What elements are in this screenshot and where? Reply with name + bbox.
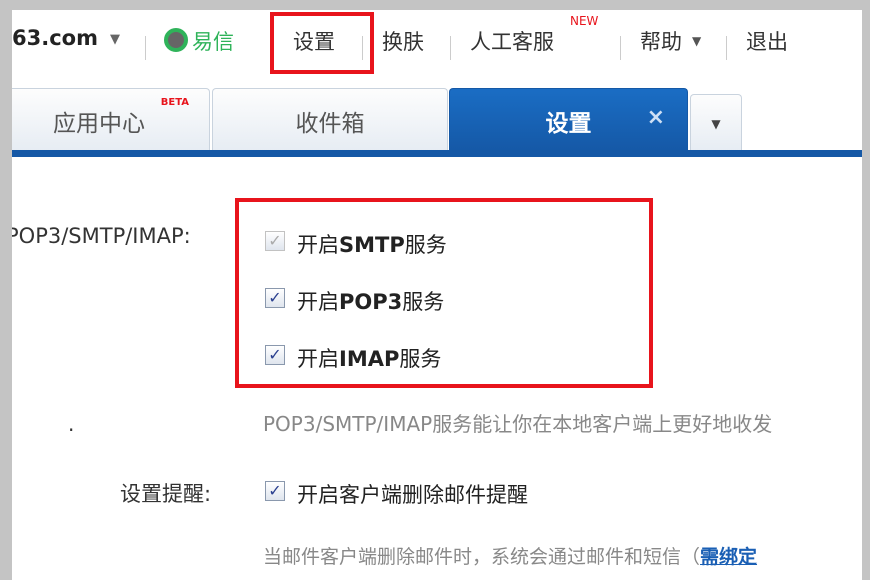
- tab-label: 应用中心: [53, 110, 145, 137]
- chevron-down-icon[interactable]: ▼: [692, 34, 701, 48]
- pop3-option-label: 开启POP3服务: [297, 290, 445, 314]
- yixin-link[interactable]: 易信: [192, 26, 234, 56]
- divider: [726, 36, 727, 60]
- tab-app-center[interactable]: 应用中心 BETA: [12, 88, 210, 152]
- tab-inbox[interactable]: 收件箱: [212, 88, 448, 152]
- account-domain[interactable]: 63.com: [12, 26, 98, 50]
- beta-badge: BETA: [160, 97, 189, 108]
- highlight-box: [270, 12, 374, 74]
- chevron-down-icon: ▼: [711, 116, 721, 131]
- chevron-down-icon[interactable]: ▼: [110, 32, 120, 47]
- reminder-label: 设置提醒:: [120, 482, 212, 506]
- skin-link[interactable]: 换肤: [382, 26, 424, 56]
- pop3-checkbox[interactable]: ✓: [265, 288, 285, 308]
- divider: [145, 36, 146, 60]
- help-menu[interactable]: 帮助: [640, 26, 682, 56]
- logout-link[interactable]: 退出: [746, 26, 788, 56]
- reminder-option-label: 开启客户端删除邮件提醒: [297, 483, 528, 507]
- service-label: POP3/SMTP/IMAP:: [12, 224, 191, 248]
- smtp-checkbox[interactable]: ✓: [265, 231, 285, 251]
- yixin-logo-icon: [164, 28, 188, 52]
- reminder-description: 当邮件客户端删除邮件时，系统会通过邮件和短信（需绑定: [263, 546, 758, 568]
- smtp-option-label: 开启SMTP服务: [297, 233, 447, 257]
- divider: [450, 36, 451, 60]
- new-badge: NEW: [570, 14, 599, 28]
- bind-link[interactable]: 需绑定: [700, 546, 757, 568]
- tab-settings[interactable]: 设置 ×: [449, 88, 688, 152]
- service-description: POP3/SMTP/IMAP服务能让你在本地客户端上更好地收发: [263, 412, 773, 436]
- imap-option-label: 开启IMAP服务: [297, 347, 442, 371]
- service-link[interactable]: 人工客服: [470, 26, 554, 56]
- tab-label: 设置: [545, 110, 592, 137]
- imap-checkbox[interactable]: ✓: [265, 345, 285, 365]
- reminder-checkbox[interactable]: ✓: [265, 481, 285, 501]
- tab-label: 收件箱: [295, 110, 365, 137]
- mail-settings-page: 63.com ▼ 易信 设置 换肤 人工客服 NEW 帮助 ▼ 退出 应用中心 …: [12, 10, 862, 580]
- bullet-dot: ·: [68, 418, 75, 442]
- tab-dropdown-button[interactable]: ▼: [690, 94, 742, 152]
- close-icon[interactable]: ×: [647, 105, 665, 130]
- divider: [620, 36, 621, 60]
- tab-bar-line: [12, 150, 862, 157]
- divider: [362, 36, 363, 60]
